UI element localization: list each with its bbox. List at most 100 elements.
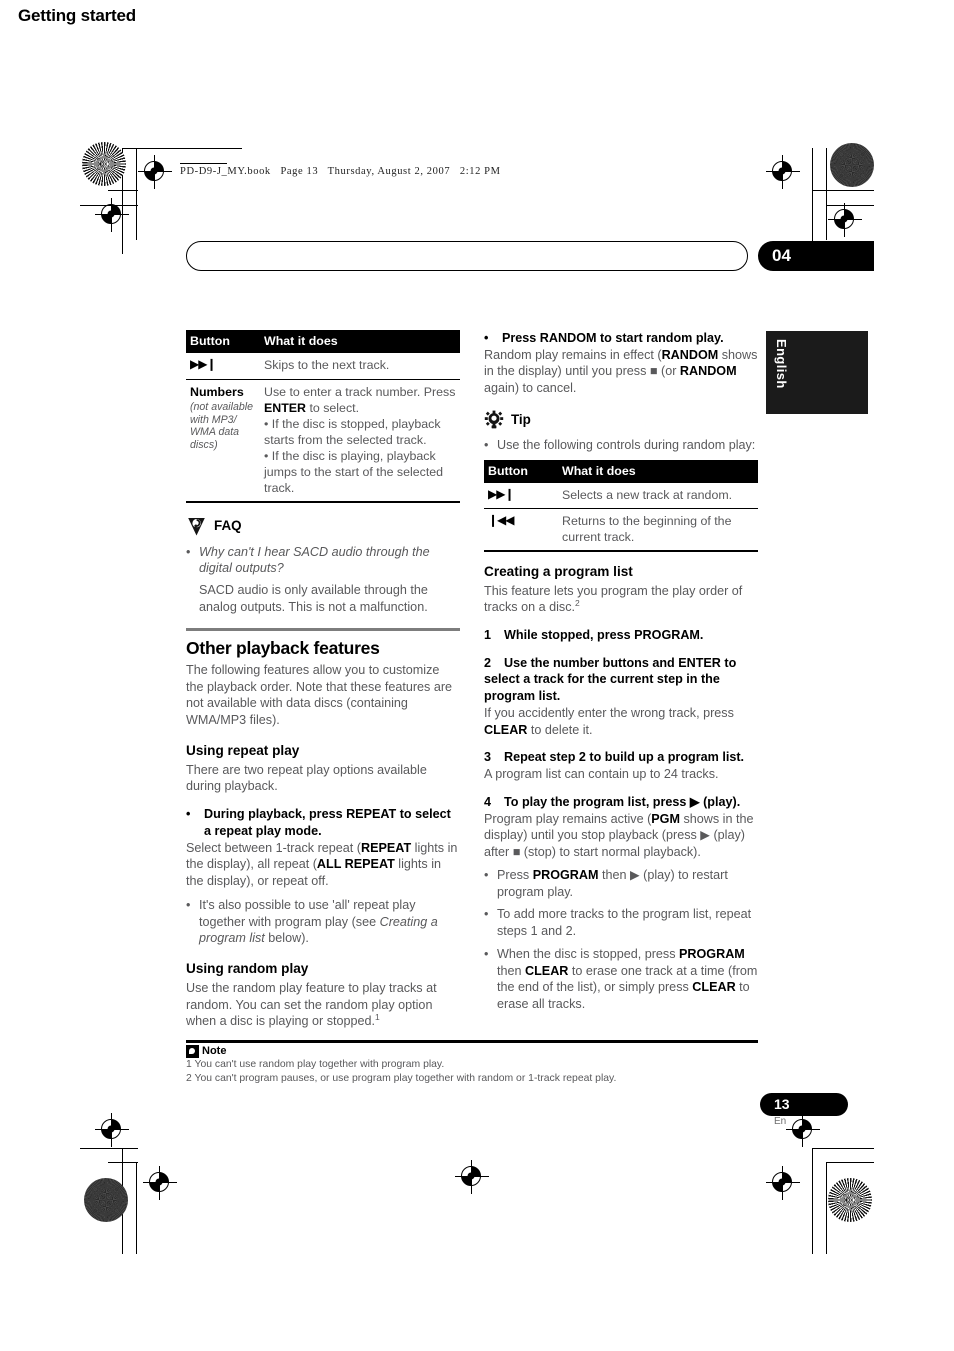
step-2: 2 Use the number buttons and ENTER to sel… (484, 655, 758, 739)
button-description: Skips to the next track. (260, 353, 460, 380)
list-item-text: To add more tracks to the program list, … (497, 907, 752, 939)
tip-callout-header: Tip (484, 410, 758, 430)
file-stamp-rule (180, 163, 227, 165)
language-tab: English (766, 331, 868, 414)
column-header-button: Button (484, 459, 558, 484)
running-head-pill (186, 241, 748, 271)
random-keyword: RANDOM (679, 364, 737, 379)
page-number: 13 (774, 1096, 790, 1112)
step-number: 3 (484, 750, 492, 765)
button-glyph-previous-track: ❙◀◀ (488, 513, 515, 528)
registration-mark (138, 155, 172, 189)
random-play-body: Use the random play feature to play trac… (186, 980, 437, 1029)
step-title: To play the program list, press ▶ (play)… (504, 794, 741, 809)
crop-mark-line (812, 190, 874, 192)
list-item-text: It's also possible to use 'all' repeat p… (199, 897, 438, 946)
bullet-dot: • (186, 897, 191, 912)
faq-item: • Why can't I hear SACD audio through th… (186, 544, 460, 616)
table-header-row: Button What it does (186, 330, 460, 354)
registration-mark (95, 198, 129, 232)
button-description: Returns to the beginning of the current … (562, 514, 732, 545)
page-language-code: En (774, 1116, 787, 1127)
clear-keyword: CLEAR (525, 963, 569, 978)
registration-burst (84, 1178, 128, 1222)
subsection-heading-creating-a-program-list: Creating a program list (484, 563, 633, 579)
list-item: • Press PROGRAM then ▶ (play) to restart… (484, 867, 758, 900)
list-item: • When the disc is stopped, press PROGRA… (484, 946, 758, 1013)
step-number: 2 (484, 655, 492, 670)
random-keyword: RANDOM (661, 347, 719, 362)
crop-mark-line (108, 190, 138, 192)
footnote-marker-1: 1 (375, 1012, 380, 1023)
table-row: Numbers (not available with MP3/ WMA dat… (186, 379, 460, 501)
tip-list: • Use the following controls during rand… (484, 437, 758, 454)
crop-mark-line (812, 1148, 874, 1150)
step-4: 4 To play the program list, press ▶ (play… (484, 794, 758, 861)
crop-mark-line (812, 1148, 814, 1254)
clear-keyword: CLEAR (692, 980, 736, 995)
step-body: Program play remains active (PGM shows i… (484, 811, 754, 860)
repeat-play-body: Select between 1-track repeat (REPEAT li… (186, 840, 458, 889)
random-play-instruction-text: Press RANDOM to start random play. (502, 331, 724, 345)
crop-mark-line (826, 1162, 874, 1164)
repeat-play-intro: There are two repeat play options availa… (186, 762, 427, 794)
step-1: 1 While stopped, press PROGRAM. (484, 627, 758, 644)
faq-question: Why can't I hear SACD audio through the … (199, 544, 430, 576)
list-item: • It's also possible to use 'all' repeat… (186, 897, 460, 947)
column-header-description: What it does (260, 330, 460, 354)
pgm-keyword: PGM (651, 811, 680, 826)
faq-callout-header: FAQ (186, 516, 460, 537)
random-play-instruction: • Press RANDOM to start random play. (484, 330, 758, 347)
bullet-dot: • (484, 867, 489, 882)
registration-mark (786, 1113, 820, 1147)
repeat-keyword: REPEAT (361, 840, 412, 855)
subsection-heading-using-random-play: Using random play (186, 961, 309, 976)
button-label-note: (not available with MP3/ WMA data discs) (190, 400, 254, 452)
section-rule (186, 627, 460, 631)
button-description: Use to enter a track number. Press ENTER… (260, 379, 460, 501)
list-item-text: Press PROGRAM then ▶ (play) to restart p… (497, 867, 728, 899)
registration-mark (455, 1160, 489, 1194)
faq-label: FAQ (214, 518, 242, 534)
step-number: 1 (484, 628, 492, 643)
desc-lead: Use to enter a track number. Press (264, 384, 456, 399)
repeat-play-notes: • It's also possible to use 'all' repeat… (186, 897, 460, 947)
note-item: 1 You can't use random play together wit… (186, 1058, 445, 1070)
step-title: While stopped, press PROGRAM. (504, 628, 704, 643)
footnote-marker-2: 2 (575, 598, 580, 609)
tip-item-text: Use the following controls during random… (497, 437, 756, 452)
table-bottom-rule (186, 501, 460, 503)
tip-label: Tip (511, 412, 531, 428)
bullet-dot: • (484, 437, 489, 452)
program-list-intro: This feature lets you program the play o… (484, 583, 743, 615)
table-header-row: Button What it does (484, 459, 758, 484)
clear-keyword: CLEAR (484, 722, 528, 737)
language-tab-label: English (774, 339, 789, 389)
column-header-button: Button (186, 330, 260, 354)
step-title: Use the number buttons and ENTER to sele… (484, 655, 737, 704)
section-intro: The following features allow you to cust… (186, 662, 453, 727)
crop-mark-line (826, 1162, 828, 1254)
repeat-play-instruction: • During playback, press REPEAT to selec… (186, 806, 460, 839)
button-table: Button What it does ▶▶❙ Skips to the nex… (186, 330, 460, 501)
left-column: Button What it does ▶▶❙ Skips to the nex… (186, 330, 460, 1030)
faq-answer: SACD audio is only available through the… (199, 583, 428, 614)
table-row: ❙◀◀ Returns to the beginning of the curr… (484, 509, 758, 551)
repeat-play-instruction-text: During playback, press REPEAT to select … (204, 807, 451, 838)
bullet-dot: • (186, 807, 191, 822)
registration-burst (82, 142, 126, 186)
crop-mark-line (122, 148, 242, 150)
chapter-number: 04 (772, 246, 791, 265)
desc-bullet: • If the disc is playing, playback jumps… (264, 449, 444, 496)
step-body: If you accidently enter the wrong track,… (484, 705, 734, 737)
button-glyph-next-track: ▶▶❙ (186, 353, 260, 380)
table-bottom-rule (484, 550, 758, 552)
registration-mark (828, 203, 862, 237)
page-title: Getting started (18, 6, 136, 25)
step-body: A program list can contain up to 24 trac… (484, 767, 719, 782)
desc-bullet: • If the disc is stopped, playback start… (264, 416, 441, 447)
button-label-text: Numbers (190, 384, 244, 399)
faq-icon (186, 516, 207, 537)
button-glyph-next-track: ▶▶❙ (484, 483, 558, 510)
faq-item-text: Why can't I hear SACD audio through the … (199, 544, 460, 616)
